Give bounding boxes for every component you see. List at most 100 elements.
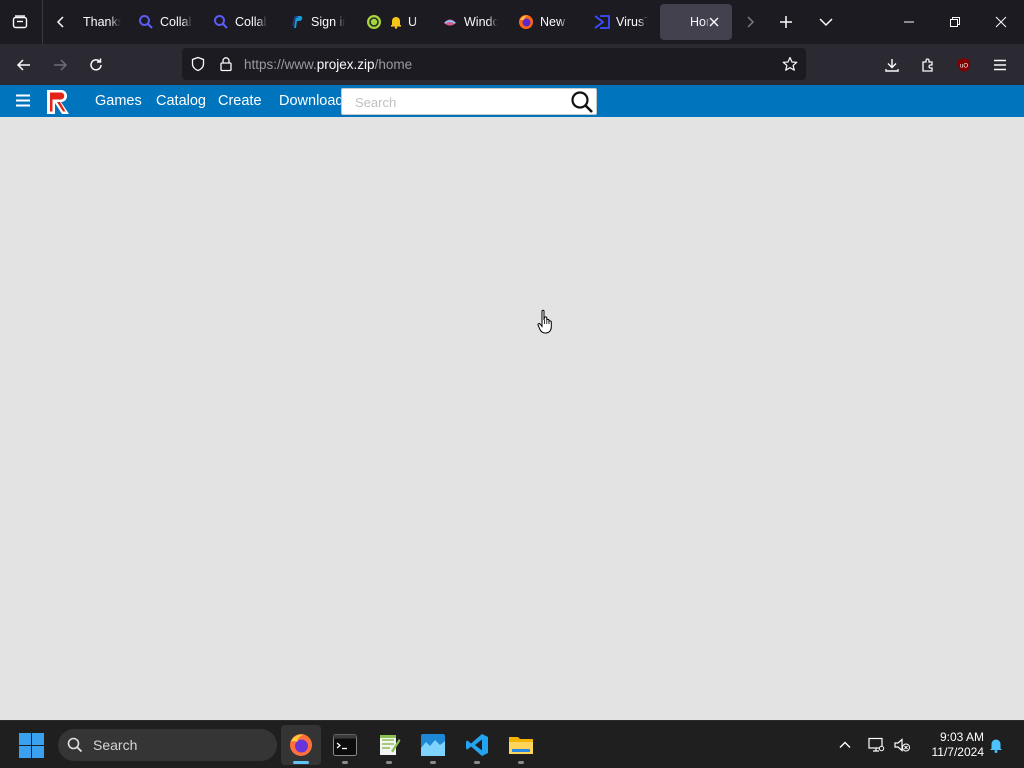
speaker-muted-icon: [894, 738, 910, 752]
search-icon: [67, 737, 83, 753]
lock-icon[interactable]: [218, 56, 234, 72]
bookmark-star-icon[interactable]: [782, 56, 798, 72]
chevron-right-icon: [747, 16, 755, 28]
tracking-protection-shield-icon[interactable]: [190, 56, 206, 72]
notifications-button[interactable]: [986, 735, 1006, 755]
puzzle-icon: [922, 58, 933, 72]
nav-link-catalog[interactable]: Catalog: [156, 93, 206, 109]
hamburger-menu-icon: [994, 59, 1006, 71]
paypal-icon: [289, 14, 305, 30]
close-window-button[interactable]: [978, 0, 1024, 44]
network-status-button[interactable]: [866, 735, 886, 755]
chevron-down-icon: [819, 18, 833, 27]
new-tab-button[interactable]: [772, 6, 800, 38]
windows-logo-icon: [19, 733, 44, 758]
show-hidden-icons-button[interactable]: [835, 735, 855, 755]
downloads-button[interactable]: [877, 50, 907, 80]
chevron-up-icon: [839, 741, 851, 748]
ublock-shield-icon: uO: [958, 58, 970, 72]
running-indicator: [342, 761, 348, 764]
site-search-input[interactable]: Search: [355, 95, 396, 110]
minimize-icon: [904, 21, 914, 23]
site-logo[interactable]: [44, 88, 72, 116]
browser-tab-strip: Thanks Collab Collab Sign in U Windows N…: [0, 0, 1024, 44]
nav-link-create[interactable]: Create: [218, 93, 262, 109]
ublock-origin-button[interactable]: uO: [949, 50, 979, 80]
url-path: /home: [374, 57, 413, 72]
terminal-icon: [333, 734, 357, 756]
tab-virustotal[interactable]: VirusTotal: [594, 4, 648, 40]
start-button[interactable]: [19, 733, 44, 758]
tab-home-active[interactable]: Home: [660, 4, 732, 40]
volume-button[interactable]: [892, 735, 912, 755]
tab-title: Sign in: [311, 15, 345, 29]
tab-scroll-left-button[interactable]: [50, 6, 72, 38]
site-search-box[interactable]: Search: [341, 88, 597, 115]
tab-title: VirusTotal: [616, 15, 648, 29]
tab-title: Collab: [235, 15, 267, 29]
tab-scroll-right-button[interactable]: [740, 6, 760, 38]
windows-taskbar: Search 9:03 AM 11/7/2024: [0, 720, 1024, 768]
tab-new-tab[interactable]: New Tab: [518, 4, 568, 40]
download-icon: [885, 59, 899, 72]
tab-notification[interactable]: U: [366, 4, 418, 40]
tab-collab-2[interactable]: Collab: [213, 4, 267, 40]
network-monitor-icon: [868, 737, 885, 752]
reload-icon: [90, 58, 102, 71]
url-host: projex.zip: [316, 57, 375, 72]
reload-button[interactable]: [81, 50, 111, 80]
taskbar-app-firefox[interactable]: [281, 725, 321, 765]
tab-title: New Tab: [540, 15, 568, 29]
blue-app-icon: [421, 734, 445, 756]
taskbar-app-file-explorer[interactable]: [501, 725, 541, 765]
tab-title: Collab: [160, 15, 192, 29]
tab-title: Thanks: [83, 15, 121, 29]
taskbar-search-label: Search: [93, 737, 138, 753]
firefox-view-button[interactable]: [6, 6, 34, 38]
close-tab-icon[interactable]: [706, 14, 722, 30]
system-clock[interactable]: 9:03 AM 11/7/2024: [918, 730, 985, 760]
tab-sign-in[interactable]: Sign in: [289, 4, 345, 40]
tab-strip-divider: [42, 0, 43, 44]
nav-link-games[interactable]: Games: [95, 93, 142, 109]
page-content-area: [0, 117, 1024, 720]
running-indicator: [430, 761, 436, 764]
taskbar-app-notepad-plus-plus[interactable]: [369, 725, 409, 765]
svg-text:uO: uO: [960, 64, 968, 70]
virustotal-icon: [594, 14, 610, 30]
site-menu-hamburger-icon[interactable]: [13, 92, 35, 110]
arrow-left-icon: [16, 59, 30, 71]
windows-icon: [442, 14, 458, 30]
chevron-left-icon: [56, 16, 64, 28]
tab-collab-1[interactable]: Collab: [138, 4, 192, 40]
forward-button[interactable]: [45, 50, 75, 80]
taskbar-app-vscode[interactable]: [457, 725, 497, 765]
running-indicator: [474, 761, 480, 764]
tab-windows[interactable]: Windows: [442, 4, 498, 40]
taskbar-app-terminal[interactable]: [325, 725, 365, 765]
url-bar[interactable]: https://www.projex.zip/home: [182, 48, 806, 80]
nav-link-download[interactable]: Download: [279, 93, 344, 109]
vscode-icon: [466, 734, 488, 756]
tab-thanks[interactable]: Thanks: [83, 4, 121, 40]
firefox-view-icon: [12, 15, 28, 29]
search-icon[interactable]: [570, 90, 594, 114]
restore-button[interactable]: [932, 0, 978, 44]
app-menu-button[interactable]: [985, 50, 1015, 80]
clock-date: 11/7/2024: [931, 745, 985, 759]
url-text[interactable]: https://www.projex.zip/home: [244, 57, 412, 72]
firefox-icon: [518, 14, 534, 30]
green-app-icon: [366, 14, 382, 30]
notification-bell-icon: [990, 739, 1002, 753]
file-explorer-folder-icon: [509, 737, 533, 754]
extensions-button[interactable]: [913, 50, 943, 80]
bell-icon: [388, 14, 404, 30]
minimize-button[interactable]: [886, 0, 932, 44]
running-indicator: [386, 761, 392, 764]
list-all-tabs-button[interactable]: [812, 6, 840, 38]
clock-time: 9:03 AM: [939, 730, 984, 744]
close-icon: [995, 16, 1007, 28]
taskbar-app-blue[interactable]: [413, 725, 453, 765]
taskbar-search-box[interactable]: Search: [58, 729, 277, 761]
back-button[interactable]: [9, 50, 39, 80]
